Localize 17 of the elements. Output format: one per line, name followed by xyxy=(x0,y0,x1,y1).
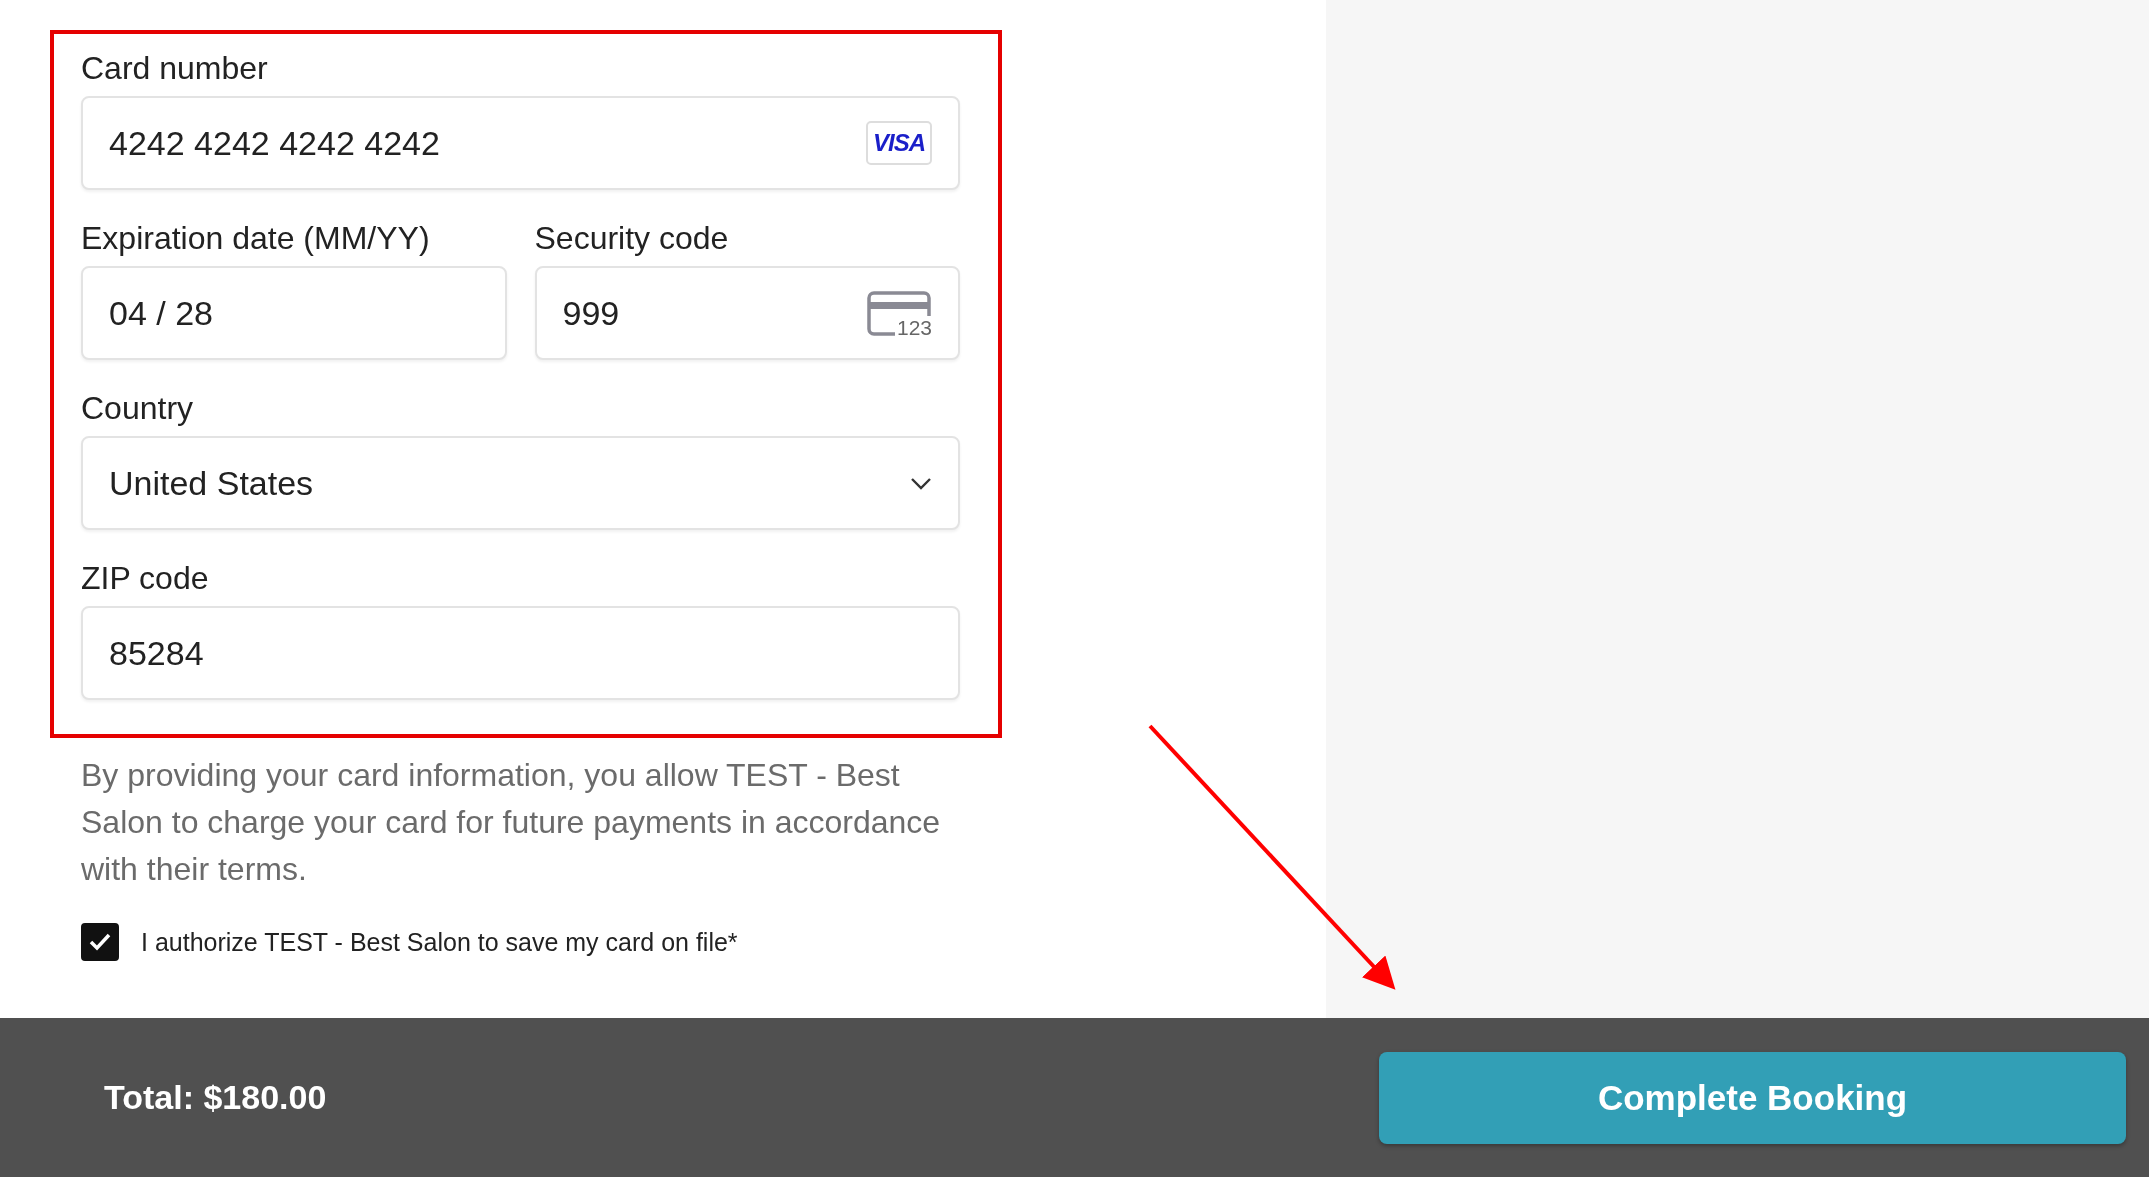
checkmark-icon xyxy=(88,932,112,952)
input-field[interactable]: 04 / 28 xyxy=(81,266,507,360)
field-label: Country xyxy=(81,389,195,428)
input-field[interactable]: 85284 xyxy=(81,606,960,700)
chevron-down-icon xyxy=(910,476,932,490)
field-label: Card number xyxy=(81,49,269,88)
card-brand-badge: VISA xyxy=(866,121,932,165)
field-label: Expiration date (MM/YY) xyxy=(81,219,431,258)
total-amount: Total: $180.00 xyxy=(104,1078,327,1117)
field-label: Security code xyxy=(534,219,730,258)
input-field[interactable]: 4242 4242 4242 4242 VISA xyxy=(81,96,960,190)
consent-label: I authorize TEST - Best Salon to save my card on file* xyxy=(141,927,738,957)
consent-checkbox[interactable] xyxy=(81,923,119,961)
input-field[interactable]: 999 123 xyxy=(534,266,960,360)
country-select[interactable]: United States xyxy=(81,436,960,530)
field-label: ZIP code xyxy=(81,559,210,598)
disclaimer-text: By providing your card information, you allow TEST - Best Salon to charge your card for future payments in accordance with their terms. xyxy=(81,756,942,889)
